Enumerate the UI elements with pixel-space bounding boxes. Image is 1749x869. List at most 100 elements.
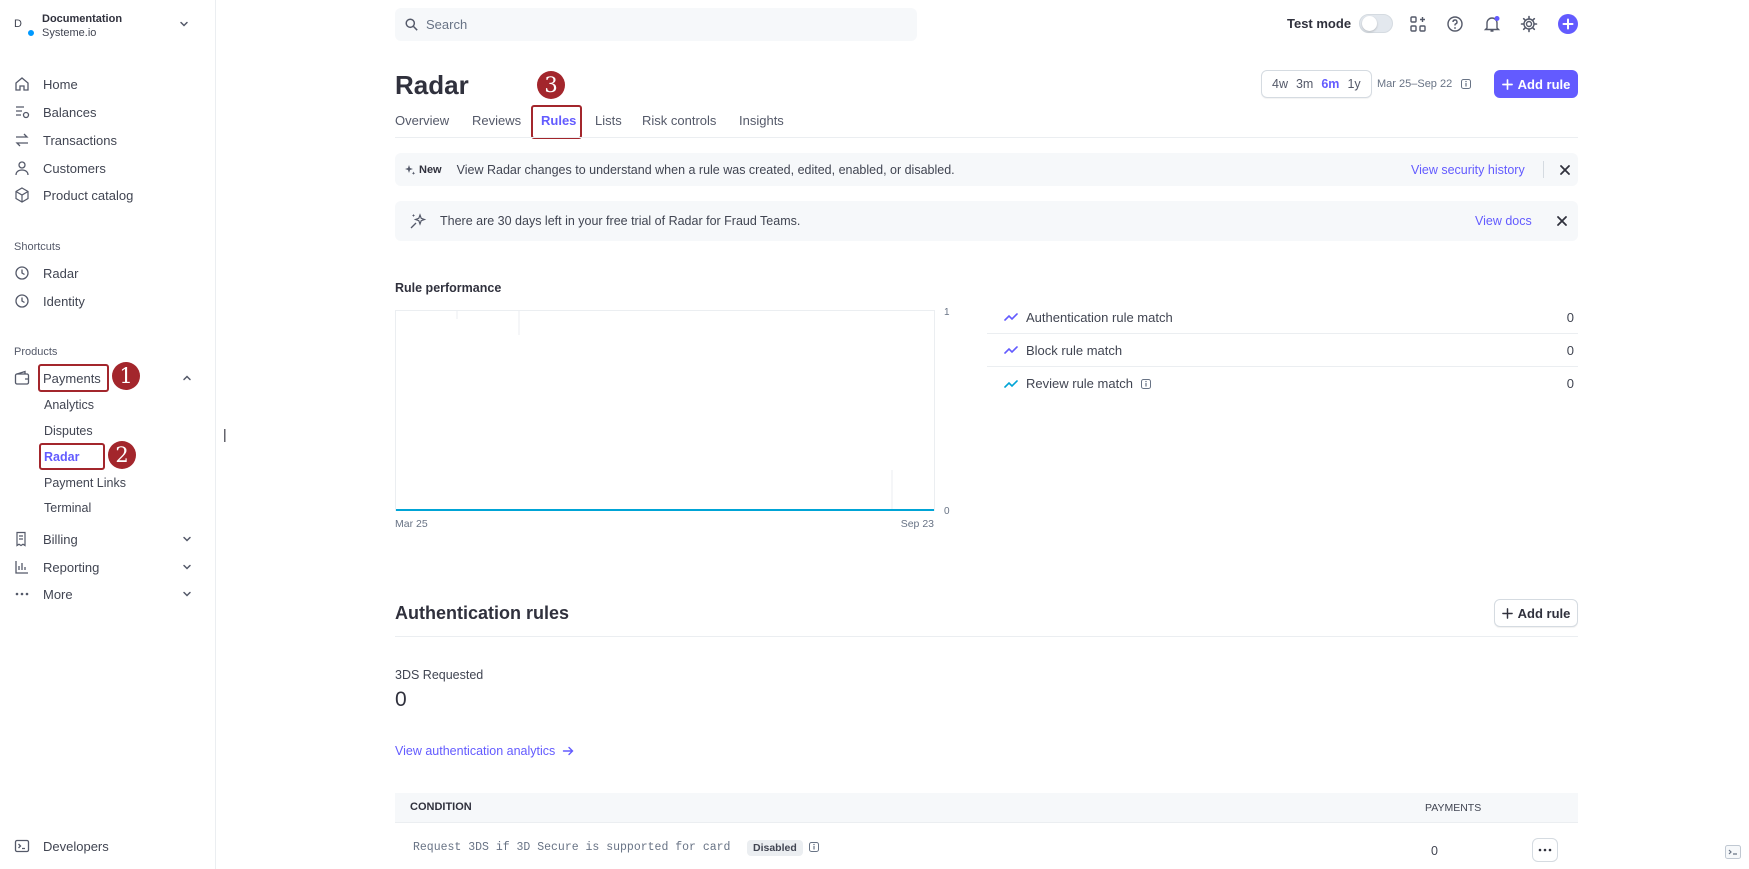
- add-rule-label: Add rule: [1517, 605, 1571, 621]
- sidebar-item-label: Developers: [43, 838, 109, 854]
- home-icon: [15, 77, 29, 91]
- table-row[interactable]: Request 3DS if 3D Secure is supported fo…: [395, 823, 1578, 869]
- payments-count: 0: [1431, 844, 1438, 858]
- plus-icon: [1501, 607, 1513, 619]
- reporting-icon: [15, 561, 28, 574]
- trend-icon: [1004, 379, 1018, 388]
- account-company: Systeme.io: [42, 27, 97, 39]
- range-6m[interactable]: 6m: [1321, 77, 1339, 91]
- chart-ytick-label: 1: [944, 307, 950, 318]
- date-range-selector[interactable]: 4w 3m 6m 1y: [1261, 70, 1372, 98]
- sidebar-item-developers[interactable]: Developers: [14, 834, 109, 858]
- apps-icon[interactable]: [1409, 15, 1427, 33]
- info-icon[interactable]: [808, 841, 820, 853]
- range-4w[interactable]: 4w: [1272, 77, 1288, 91]
- add-authentication-rule-button[interactable]: Add rule: [1494, 599, 1578, 627]
- sidebar-item-reporting[interactable]: Reporting: [14, 555, 99, 579]
- tab-bar: Overview Reviews Rules Lists Risk contro…: [395, 113, 1578, 138]
- sidebar-item-transactions[interactable]: Transactions: [14, 128, 117, 152]
- annotation-box-payments: [38, 364, 109, 392]
- sparkle-icon: [405, 164, 416, 175]
- info-icon[interactable]: [1460, 78, 1472, 90]
- tab-lists[interactable]: Lists: [595, 113, 622, 128]
- account-initial: D: [14, 18, 22, 30]
- sidebar-item-label: Reporting: [43, 559, 100, 575]
- shortcut-radar[interactable]: Radar: [14, 261, 78, 285]
- range-1y[interactable]: 1y: [1347, 77, 1360, 91]
- sidebar-item-home[interactable]: Home: [14, 72, 78, 96]
- chevron-down-icon[interactable]: [181, 533, 193, 545]
- settings-gear-icon[interactable]: [1520, 15, 1538, 33]
- range-3m[interactable]: 3m: [1296, 77, 1313, 91]
- add-rule-button[interactable]: Add rule: [1494, 70, 1578, 98]
- test-mode-toggle[interactable]: [1359, 14, 1394, 33]
- tab-rules[interactable]: Rules: [541, 113, 576, 128]
- terminal-shell-icon[interactable]: [1724, 843, 1742, 861]
- chart-xtick-label: Sep 23: [901, 518, 934, 530]
- new-badge: New: [419, 163, 442, 176]
- shortcut-label: Identity: [43, 293, 85, 309]
- chart-ytick-label: 0: [944, 506, 950, 517]
- chevron-down-icon[interactable]: [181, 561, 193, 573]
- legend-row-review[interactable]: Review rule match 0: [987, 367, 1578, 400]
- sidebar-item-label: Balances: [43, 104, 97, 120]
- trend-icon: [1004, 346, 1018, 354]
- chevron-down-icon[interactable]: [181, 588, 193, 600]
- account-name: Documentation: [42, 13, 123, 25]
- tab-insights[interactable]: Insights: [739, 113, 784, 128]
- close-icon[interactable]: [1555, 214, 1569, 228]
- sidebar-sub-disputes[interactable]: Disputes: [44, 424, 93, 438]
- link-label: View authentication analytics: [395, 744, 556, 758]
- legend-label: Authentication rule match: [1026, 309, 1173, 325]
- customers-icon: [15, 161, 29, 176]
- view-authentication-analytics-link[interactable]: View authentication analytics: [395, 744, 574, 758]
- table-header: [395, 793, 1578, 823]
- plus-icon: [1501, 78, 1513, 90]
- sidebar-item-customers[interactable]: Customers: [14, 156, 106, 180]
- test-mode: Test mode: [1287, 14, 1394, 33]
- annotation-number-2: 2: [108, 441, 136, 469]
- tab-overview[interactable]: Overview: [395, 113, 449, 128]
- legend-value: 0: [1566, 309, 1574, 325]
- billing-icon: [16, 531, 26, 547]
- view-security-history-link[interactable]: View security history: [1411, 163, 1525, 177]
- sidebar-sub-terminal[interactable]: Terminal: [44, 501, 91, 515]
- trend-icon: [1004, 313, 1018, 321]
- info-icon[interactable]: [1140, 378, 1152, 390]
- notifications-bell-icon[interactable]: [1483, 15, 1501, 33]
- view-docs-link[interactable]: View docs: [1475, 214, 1532, 228]
- sidebar-sub-analytics[interactable]: Analytics: [44, 398, 94, 412]
- security-history-banner: New View Radar changes to understand whe…: [395, 153, 1578, 186]
- page-title: Radar: [395, 70, 469, 100]
- rule-performance-chart: 1 0 Mar 25 Sep 23: [395, 307, 950, 530]
- date-range-label: Mar 25–Sep 22: [1377, 78, 1453, 90]
- rule-condition: Request 3DS if 3D Secure is supported fo…: [413, 841, 731, 854]
- sidebar-item-more[interactable]: More: [14, 582, 73, 606]
- legend-row-authentication[interactable]: Authentication rule match 0: [987, 301, 1578, 334]
- sidebar-item-billing[interactable]: Billing: [14, 527, 78, 551]
- tab-risk-controls[interactable]: Risk controls: [642, 113, 716, 128]
- more-dots-icon: [15, 592, 29, 596]
- tab-reviews[interactable]: Reviews: [472, 113, 521, 128]
- account-switcher[interactable]: D Documentation Systeme.io: [14, 10, 204, 42]
- close-icon[interactable]: [1558, 163, 1572, 177]
- sidebar-item-balances[interactable]: Balances: [14, 100, 96, 124]
- search-input[interactable]: [426, 17, 906, 32]
- column-header-condition: CONDITION: [410, 801, 472, 813]
- sidebar-item-product-catalog[interactable]: Product catalog: [14, 183, 133, 207]
- create-plus-icon[interactable]: [1558, 14, 1578, 34]
- authentication-rules-title: Authentication rules: [395, 603, 570, 623]
- help-icon[interactable]: [1446, 15, 1464, 33]
- legend-value: 0: [1566, 342, 1574, 358]
- search-bar[interactable]: [395, 8, 917, 41]
- sidebar-item-label: Product catalog: [43, 187, 134, 203]
- row-overflow-menu-button[interactable]: [1532, 838, 1558, 862]
- section-divider: [395, 636, 1578, 637]
- shortcut-label: Radar: [43, 265, 79, 281]
- chevron-up-icon[interactable]: [181, 372, 193, 384]
- shortcut-identity[interactable]: Identity: [14, 289, 85, 313]
- banner-text: View Radar changes to understand when a …: [456, 162, 955, 177]
- rule-performance-title: Rule performance: [395, 281, 502, 295]
- sidebar-sub-payment-links[interactable]: Payment Links: [44, 476, 126, 490]
- legend-row-block[interactable]: Block rule match 0: [987, 334, 1578, 367]
